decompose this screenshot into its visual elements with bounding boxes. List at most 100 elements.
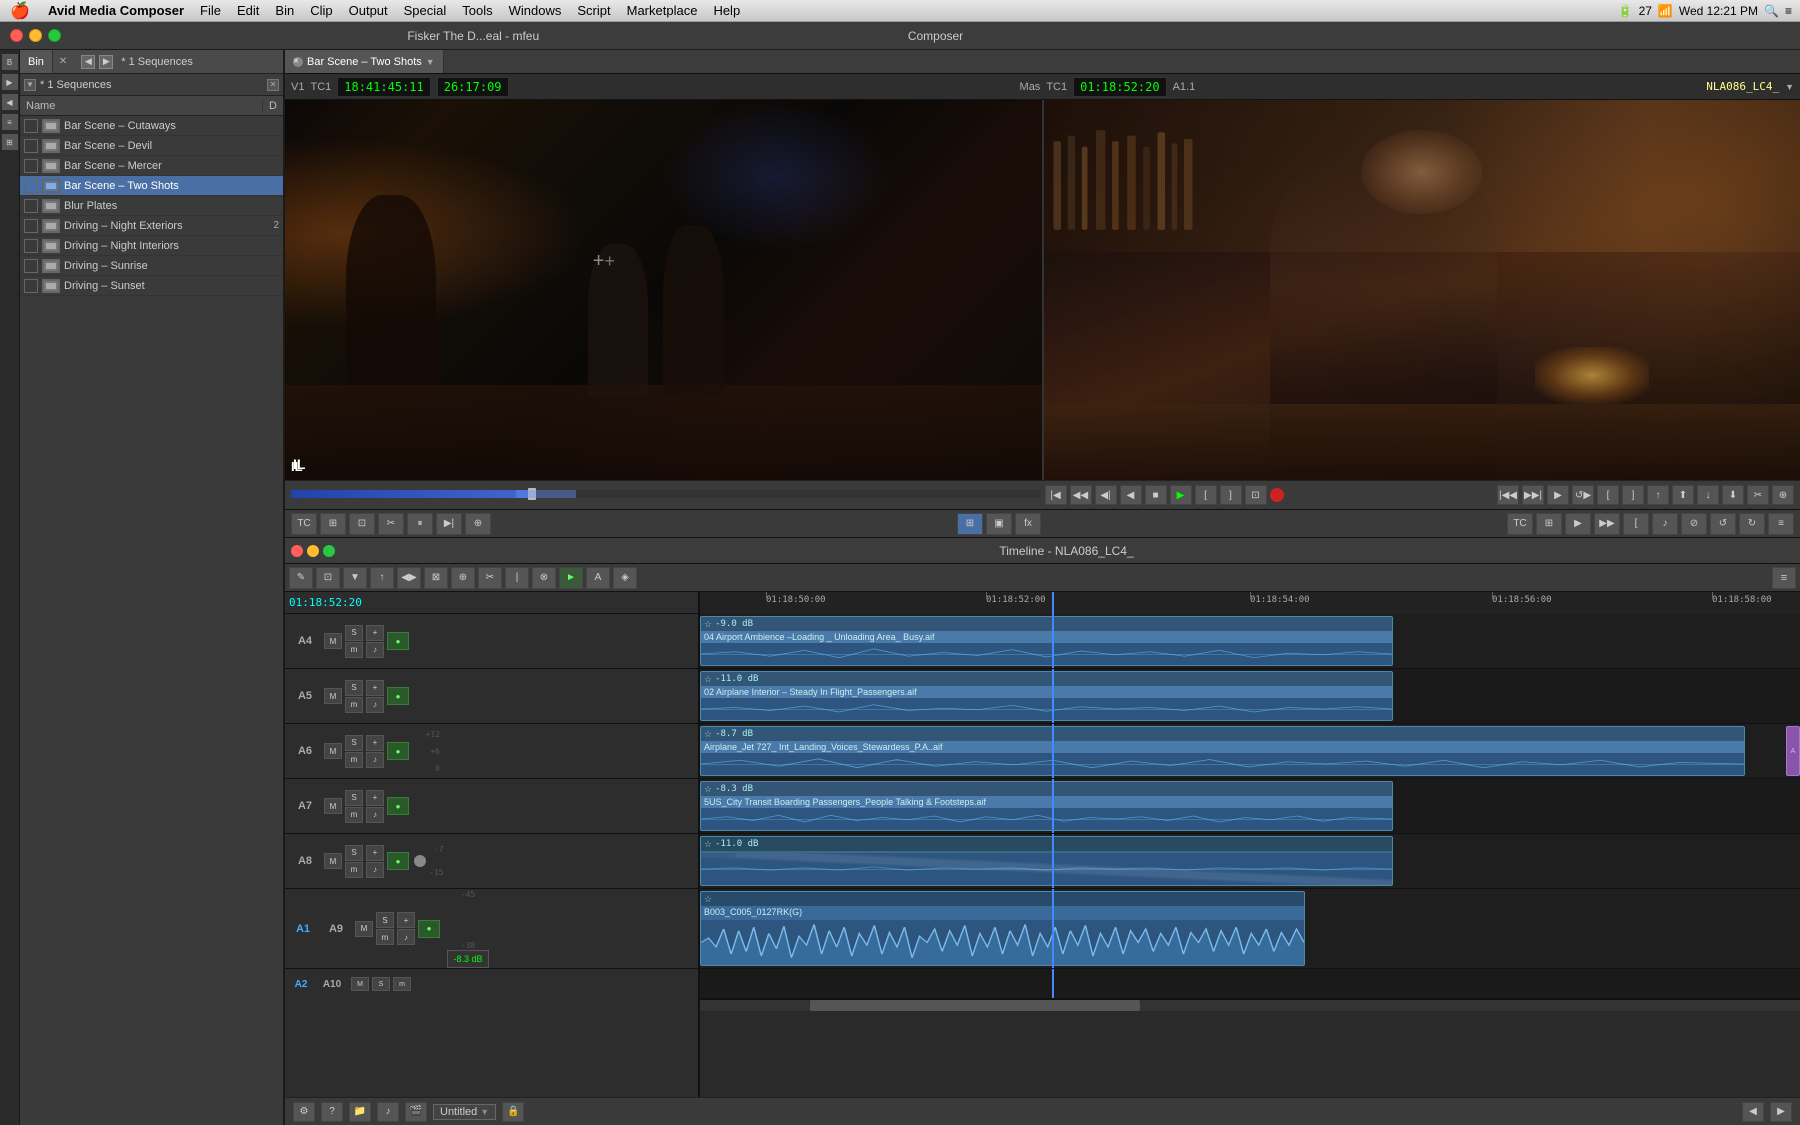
bin-item-night-ext[interactable]: Driving – Night Exteriors 2 [20,216,283,236]
goto-start-button[interactable]: |◀ [1045,485,1067,505]
track-a7-solo[interactable]: S [345,790,363,806]
track-a6-content[interactable]: ☆ -8.7 dB Airplane_Jet 727_ Int_Landing_… [700,724,1800,779]
status-audio-btn[interactable]: ♪ [377,1102,399,1122]
track-a6-monitor[interactable]: M [324,743,342,759]
timeline-scrollbar-thumb[interactable] [810,1000,1140,1011]
bin-nav-right[interactable]: ▶ [99,55,113,69]
vol-btn[interactable]: ♪ [1652,513,1678,535]
track-a5-solo[interactable]: S [345,680,363,696]
mark-clip-button[interactable]: ⊡ [1245,485,1267,505]
undo-btn[interactable]: ↺ [1710,513,1736,535]
overwrite-btn[interactable]: ⬇ [1722,485,1744,505]
bin-item-night-int[interactable]: Driving – Night Interiors [20,236,283,256]
timecode-right[interactable]: 01:18:52:20 [1073,77,1166,97]
status-help-btn[interactable]: ? [321,1102,343,1122]
track-a8-mute[interactable]: m [345,862,363,878]
maximize-button[interactable] [48,29,61,42]
menu-marketplace[interactable]: Marketplace [619,0,706,21]
timeline-ruler-marks[interactable]: 01:18:50:00 01:18:52:00 01:18:54:00 01:1… [700,592,1800,614]
track-a8-solo[interactable]: S [345,845,363,861]
audio-clip-a6-small[interactable]: A [1786,726,1800,776]
track-a7-monitor[interactable]: M [324,798,342,814]
sequence-dropdown-arrow[interactable]: ▼ [426,57,435,67]
status-media-btn[interactable]: 📁 [349,1102,371,1122]
track-a7-rec[interactable]: ● [387,797,409,815]
left-icon-2[interactable]: ▶ [2,74,18,90]
composer-tab[interactable]: ✕ Bar Scene – Two Shots ▼ [285,50,444,73]
track-a8-knob[interactable] [414,855,426,867]
bin-nav-left[interactable]: ◀ [81,55,95,69]
tl-auto-btn[interactable]: A [586,567,610,589]
track-a8-monitor[interactable]: M [324,853,342,869]
track-a7-mute[interactable]: m [345,807,363,823]
left-icon-5[interactable]: ⊞ [2,134,18,150]
bin-item-mercer[interactable]: Bar Scene – Mercer [20,156,283,176]
goto-start-btn2[interactable]: |◀◀ [1497,485,1519,505]
fast-fwd-btn[interactable]: ▶▶| [1522,485,1544,505]
tc-2-btn[interactable]: TC [1507,513,1533,535]
bin-item-blur[interactable]: Blur Plates [20,196,283,216]
track-a4-mute[interactable]: m [345,642,363,658]
track-a8-add[interactable]: + [366,845,384,861]
add-edit-btn[interactable]: ⊕ [1772,485,1794,505]
tl-razor-btn[interactable]: ✂ [478,567,502,589]
menu-script[interactable]: Script [569,0,618,21]
bin-item-check[interactable] [24,119,38,133]
tl-menu-btn[interactable]: ≡ [1772,567,1796,589]
timeline-horizontal-scrollbar[interactable] [700,999,1800,1011]
menu-avid[interactable]: Avid Media Composer [40,0,192,21]
tl-lift-btn[interactable]: ▼ [343,567,367,589]
audio-clip-a9[interactable]: ☆ B003_C005_0127RK(G) [700,891,1305,966]
audio-clip-a5[interactable]: ☆ -11.0 dB 02 Airplane Interior – Steady… [700,671,1393,721]
track-a9-vol[interactable]: ♪ [397,929,415,945]
track-a7-add[interactable]: + [366,790,384,806]
menu-special[interactable]: Special [396,0,455,21]
menu-file[interactable]: File [192,0,229,21]
audio-clip-a8[interactable]: ☆ -11.0 dB [700,836,1393,886]
audio-mixer-btn[interactable]: ⊞ [957,513,983,535]
trim-btn2[interactable]: ✂ [378,513,404,535]
tl-segment-btn[interactable]: ⊡ [316,567,340,589]
timeline-content[interactable]: 01:18:50:00 01:18:52:00 01:18:54:00 01:1… [700,592,1800,1097]
track-a9-rec[interactable]: ● [418,920,440,938]
menu-clip[interactable]: Clip [302,0,340,21]
track-a7-vol[interactable]: ♪ [366,807,384,823]
track-a4-solo[interactable]: S [345,625,363,641]
nla-dropdown[interactable]: ▼ [1785,82,1794,92]
mute-btn[interactable]: ⊘ [1681,513,1707,535]
track-a7-content[interactable]: ☆ -8.3 dB 5US_City Transit Boarding Pass… [700,779,1800,834]
track-a9-content[interactable]: ☆ B003_C005_0127RK(G) [700,889,1800,969]
loop2-btn[interactable]: ⊞ [1536,513,1562,535]
track-a5-content[interactable]: ☆ -11.0 dB 02 Airplane Interior – Steady… [700,669,1800,724]
record-button[interactable] [1270,488,1284,502]
track-a10-monitor[interactable]: M [351,977,369,991]
extract-btn[interactable]: ⬆ [1672,485,1694,505]
track-a5-add[interactable]: + [366,680,384,696]
track-a5-monitor[interactable]: M [324,688,342,704]
play-button[interactable]: ▶ [1170,485,1192,505]
lift-btn[interactable]: ↑ [1647,485,1669,505]
track-a10-solo[interactable]: S [372,977,390,991]
track-a9-mute[interactable]: m [376,929,394,945]
bin-item-check[interactable] [24,239,38,253]
mark-out-btn2[interactable]: ] [1622,485,1644,505]
track-a4-content[interactable]: ☆ -9.0 dB 04 Airport Ambience –Loading _… [700,614,1800,669]
apple-menu[interactable]: 🍎 [0,1,40,21]
redo-btn[interactable]: ↻ [1739,513,1765,535]
trim-btn[interactable]: ✂ [1747,485,1769,505]
bin-item-check[interactable] [24,259,38,273]
track-a4-add[interactable]: + [366,625,384,641]
bin-item-check[interactable] [24,279,38,293]
effect-btn[interactable]: fx [1015,513,1041,535]
current-timecode-display[interactable]: 01:18:52:20 [285,592,700,614]
mark-in-btn2[interactable]: [ [1597,485,1619,505]
mark-out-button[interactable]: ] [1220,485,1242,505]
bin-close-btn[interactable]: ✕ [53,56,73,67]
menu-bin[interactable]: Bin [267,0,302,21]
audio-clip-a4[interactable]: ☆ -9.0 dB 04 Airport Ambience –Loading _… [700,616,1393,666]
timeline-min-btn[interactable] [307,545,319,557]
track-a6-vol[interactable]: ♪ [366,752,384,768]
track-a9-solo[interactable]: S [376,912,394,928]
status-clip-btn[interactable]: 🎬 [405,1102,427,1122]
sequences-close-btn[interactable]: ✕ [267,79,279,91]
